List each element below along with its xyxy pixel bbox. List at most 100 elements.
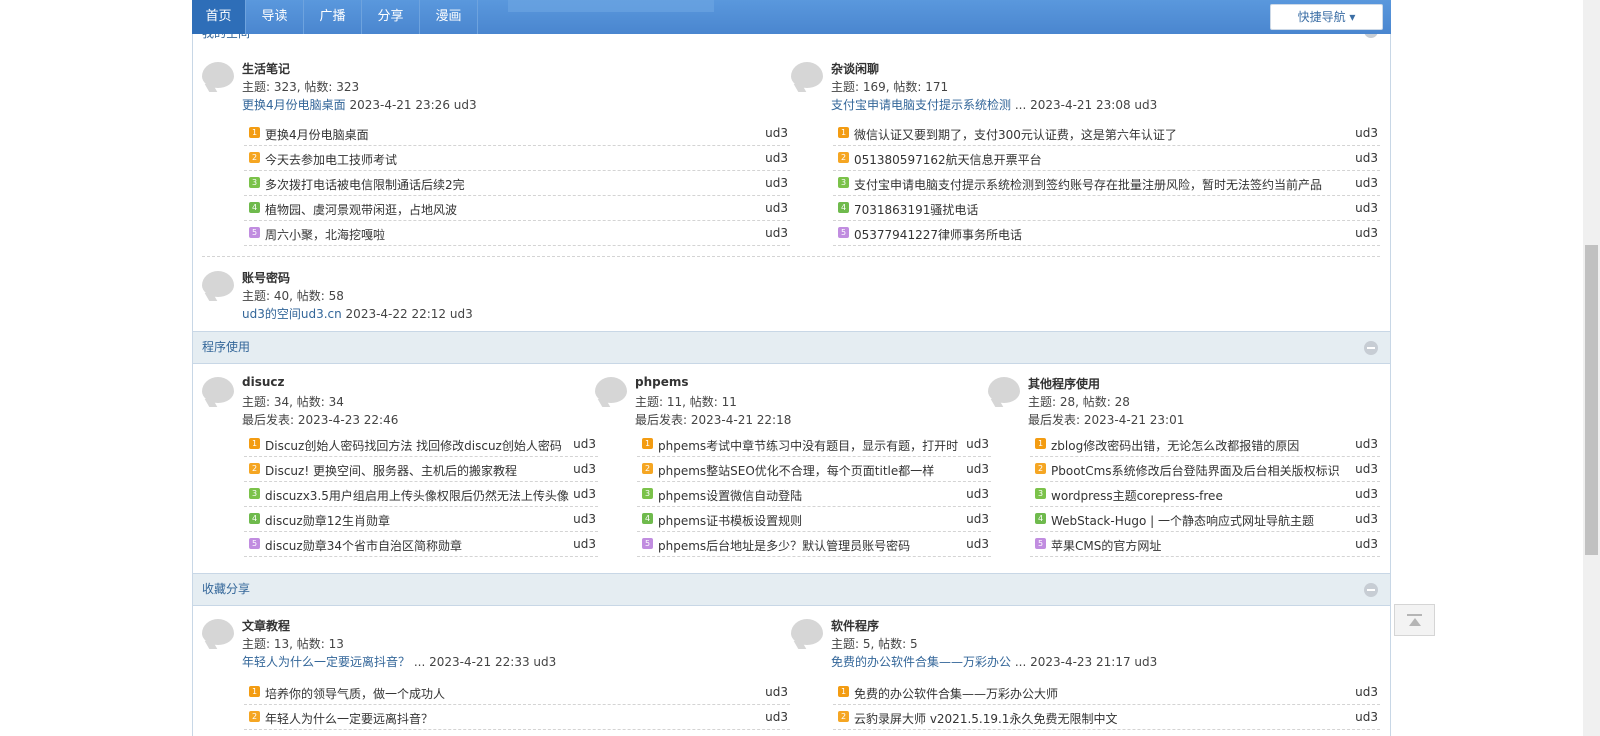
thread-row[interactable]: 2 051380597162航天信息开票平台 ud3 bbox=[833, 146, 1380, 171]
thread-row[interactable]: 1 更换4月份电脑桌面 ud3 bbox=[244, 121, 790, 146]
thread-author[interactable]: ud3 bbox=[573, 462, 596, 476]
thread-row[interactable]: 1 phpems考试中章节练习中没有题目，显示有题，打开时 ud3 bbox=[637, 432, 991, 457]
thread-title[interactable]: 周六小聚，北海挖嘎啦 bbox=[265, 226, 385, 243]
thread-row[interactable]: 3 wordpress主题corepress-free ud3 bbox=[1030, 482, 1380, 507]
thread-author[interactable]: ud3 bbox=[1355, 462, 1378, 476]
thread-author[interactable]: ud3 bbox=[966, 437, 989, 451]
forum-chat[interactable]: 杂谈闲聊 主题: 169, 帖数: 171 支付宝申请电脑支付提示系统检测 ..… bbox=[791, 60, 1351, 120]
forum-discuz[interactable]: disucz 主题: 34, 帖数: 34 最后发表: 2023-4-23 22… bbox=[202, 375, 582, 435]
thread-title[interactable]: discuzx3.5用户组启用上传头像权限后仍然无法上传头像 bbox=[265, 487, 569, 504]
scrollbar[interactable] bbox=[1583, 0, 1600, 736]
thread-row[interactable]: 2 PbootCms系统修改后台登陆界面及后台相关版权标识 ud3 bbox=[1030, 457, 1380, 482]
thread-author[interactable]: ud3 bbox=[1355, 201, 1378, 215]
thread-author[interactable]: ud3 bbox=[1355, 685, 1378, 699]
thread-author[interactable]: ud3 bbox=[573, 487, 596, 501]
thread-author[interactable]: ud3 bbox=[573, 512, 596, 526]
thread-author[interactable]: ud3 bbox=[966, 462, 989, 476]
thread-title[interactable]: 051380597162航天信息开票平台 bbox=[854, 151, 1042, 168]
thread-author[interactable]: ud3 bbox=[966, 537, 989, 551]
thread-row[interactable]: 3 phpems设置微信自动登陆 ud3 bbox=[637, 482, 991, 507]
thread-author[interactable]: ud3 bbox=[573, 537, 596, 551]
thread-author[interactable]: ud3 bbox=[765, 151, 788, 165]
thread-title[interactable]: 苹果CMS的官方网址 bbox=[1051, 537, 1161, 554]
thread-title[interactable]: 更换4月份电脑桌面 bbox=[265, 126, 369, 143]
last-post-link[interactable]: 更换4月份电脑桌面 bbox=[242, 98, 346, 112]
tab-guide[interactable]: 导读 bbox=[246, 0, 304, 34]
thread-title[interactable]: Discuz创始人密码找回方法 找回修改discuz创始人密码 bbox=[265, 437, 562, 454]
last-post-link[interactable]: 免费的办公软件合集——万彩办公 bbox=[831, 655, 1011, 669]
forum-phpems[interactable]: phpems 主题: 11, 帖数: 11 最后发表: 2023-4-21 22… bbox=[595, 375, 975, 435]
thread-row[interactable]: 3 支付宝申请电脑支付提示系统检测到签约账号存在批量注册风险，暂时无法签约当前产品… bbox=[833, 171, 1380, 196]
thread-author[interactable]: ud3 bbox=[765, 126, 788, 140]
thread-title[interactable]: 05377941227律师事务所电话 bbox=[854, 226, 1022, 243]
thread-author[interactable]: ud3 bbox=[1355, 126, 1378, 140]
thread-title[interactable]: 多次拨打电话被电信限制通话后续2完 bbox=[265, 176, 465, 193]
thread-title[interactable]: WebStack-Hugo | 一个静态响应式网址导航主题 bbox=[1051, 512, 1314, 529]
thread-row[interactable]: 4 7031863191骚扰电话 ud3 bbox=[833, 196, 1380, 221]
thread-author[interactable]: ud3 bbox=[765, 226, 788, 240]
forum-life[interactable]: 生活笔记 主题: 323, 帖数: 323 更换4月份电脑桌面 2023-4-2… bbox=[202, 60, 762, 120]
forum-account[interactable]: 账号密码 主题: 40, 帖数: 58 ud3的空间ud3.cn 2023-4-… bbox=[202, 269, 762, 329]
thread-title[interactable]: phpems整站SEO优化不合理，每个页面title都一样 bbox=[658, 462, 934, 479]
thread-title[interactable]: 培养你的领导气质，做一个成功人 bbox=[265, 685, 445, 702]
tab-comic[interactable]: 漫画 bbox=[420, 0, 478, 34]
thread-row[interactable]: 3 多次拨打电话被电信限制通话后续2完 ud3 bbox=[244, 171, 790, 196]
thread-author[interactable]: ud3 bbox=[1355, 437, 1378, 451]
thread-title[interactable]: 今天去参加电工技师考试 bbox=[265, 151, 397, 168]
thread-row[interactable]: 4 discuz勋章12生肖勋章 ud3 bbox=[244, 507, 598, 532]
thread-author[interactable]: ud3 bbox=[765, 710, 788, 724]
scrollbar-thumb[interactable] bbox=[1585, 245, 1598, 555]
thread-row[interactable]: 2 今天去参加电工技师考试 ud3 bbox=[244, 146, 790, 171]
thread-row[interactable]: 5 周六小聚，北海挖嘎啦 ud3 bbox=[244, 221, 790, 246]
thread-row[interactable]: 4 WebStack-Hugo | 一个静态响应式网址导航主题 ud3 bbox=[1030, 507, 1380, 532]
forum-name[interactable]: disucz bbox=[242, 375, 285, 389]
thread-title[interactable]: phpems后台地址是多少？默认管理员账号密码 bbox=[658, 537, 910, 554]
forum-name[interactable]: 账号密码 bbox=[242, 269, 290, 286]
thread-row[interactable]: 1 zblog修改密码出错，无论怎么改都报错的原因 ud3 bbox=[1030, 432, 1380, 457]
thread-row[interactable]: 5 05377941227律师事务所电话 ud3 bbox=[833, 221, 1380, 246]
thread-row[interactable]: 4 植物园、虞河景观带闲逛，占地风波 ud3 bbox=[244, 196, 790, 221]
forum-other[interactable]: 其他程序使用 主题: 28, 帖数: 28 最后发表: 2023-4-21 23… bbox=[988, 375, 1368, 435]
collapse-icon[interactable] bbox=[1364, 583, 1378, 597]
thread-title[interactable]: 7031863191骚扰电话 bbox=[854, 201, 978, 218]
thread-author[interactable]: ud3 bbox=[765, 201, 788, 215]
thread-title[interactable]: discuz勋章34个省市自治区简称勋章 bbox=[265, 537, 462, 554]
thread-title[interactable]: wordpress主题corepress-free bbox=[1051, 487, 1223, 504]
thread-author[interactable]: ud3 bbox=[1355, 487, 1378, 501]
last-post-link[interactable]: 支付宝申请电脑支付提示系统检测 bbox=[831, 98, 1011, 112]
thread-title[interactable]: 微信认证又要到期了，支付300元认证费，这是第六年认证了 bbox=[854, 126, 1177, 143]
thread-row[interactable]: 2 云豹录屏大师 v2021.5.19.1永久免费无限制中文 ud3 bbox=[833, 705, 1380, 730]
forum-name[interactable]: 文章教程 bbox=[242, 617, 290, 634]
forum-name[interactable]: 软件程序 bbox=[831, 617, 879, 634]
quick-nav-button[interactable]: 快捷导航 ▾ bbox=[1270, 4, 1383, 30]
thread-author[interactable]: ud3 bbox=[966, 487, 989, 501]
tab-broadcast[interactable]: 广播 bbox=[304, 0, 362, 34]
thread-row[interactable]: 4 phpems证书模板设置规则 ud3 bbox=[637, 507, 991, 532]
thread-author[interactable]: ud3 bbox=[966, 512, 989, 526]
thread-title[interactable]: discuz勋章12生肖勋章 bbox=[265, 512, 390, 529]
forum-name[interactable]: 杂谈闲聊 bbox=[831, 60, 879, 77]
thread-row[interactable]: 1 免费的办公软件合集——万彩办公大师 ud3 bbox=[833, 680, 1380, 705]
thread-row[interactable]: 5 苹果CMS的官方网址 ud3 bbox=[1030, 532, 1380, 557]
thread-row[interactable]: 2 Discuz! 更换空间、服务器、主机后的搬家教程 ud3 bbox=[244, 457, 598, 482]
thread-author[interactable]: ud3 bbox=[765, 176, 788, 190]
thread-row[interactable]: 1 Discuz创始人密码找回方法 找回修改discuz创始人密码 ud3 bbox=[244, 432, 598, 457]
forum-name[interactable]: 其他程序使用 bbox=[1028, 375, 1100, 392]
thread-title[interactable]: phpems设置微信自动登陆 bbox=[658, 487, 802, 504]
thread-author[interactable]: ud3 bbox=[573, 437, 596, 451]
section-title[interactable]: 程序使用 bbox=[202, 332, 250, 363]
thread-author[interactable]: ud3 bbox=[1355, 176, 1378, 190]
section-title[interactable]: 收藏分享 bbox=[202, 574, 250, 605]
tab-home[interactable]: 首页 bbox=[192, 0, 246, 34]
thread-author[interactable]: ud3 bbox=[1355, 512, 1378, 526]
thread-title[interactable]: zblog修改密码出错，无论怎么改都报错的原因 bbox=[1051, 437, 1299, 454]
forum-name[interactable]: 生活笔记 bbox=[242, 60, 290, 77]
thread-title[interactable]: Discuz! 更换空间、服务器、主机后的搬家教程 bbox=[265, 462, 517, 479]
thread-author[interactable]: ud3 bbox=[1355, 537, 1378, 551]
thread-title[interactable]: 支付宝申请电脑支付提示系统检测到签约账号存在批量注册风险，暂时无法签约当前产品 bbox=[854, 176, 1322, 193]
forum-articles[interactable]: 文章教程 主题: 13, 帖数: 13 年轻人为什么一定要远离抖音？ ... 2… bbox=[202, 617, 762, 677]
back-to-top-icon[interactable] bbox=[1394, 604, 1435, 636]
thread-title[interactable]: PbootCms系统修改后台登陆界面及后台相关版权标识 bbox=[1051, 462, 1340, 479]
thread-row[interactable]: 1 培养你的领导气质，做一个成功人 ud3 bbox=[244, 680, 790, 705]
thread-title[interactable]: 云豹录屏大师 v2021.5.19.1永久免费无限制中文 bbox=[854, 710, 1117, 727]
